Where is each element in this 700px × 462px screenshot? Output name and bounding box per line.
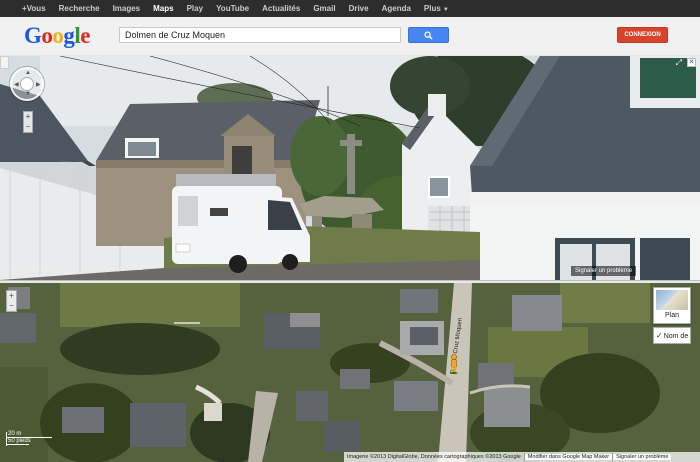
topbar-plus-menu[interactable]: Plus ▼ (424, 4, 449, 13)
map-attribution: Imagerie ©2013 DigitalGlobe, Données car… (347, 454, 521, 460)
map-maker-link[interactable]: Modifier dans Google Map Maker (524, 454, 613, 460)
side-panel-toggle[interactable] (0, 56, 9, 69)
checkmark-icon: ✓ (656, 331, 663, 340)
logo-letter: o (41, 23, 53, 48)
map-scale: 20 m 50 pieds (6, 431, 62, 447)
scale-imperial-label: 50 pieds (8, 438, 31, 444)
street-view-copyright: © 2013 Google · Date de la prise de vue … (6, 266, 143, 272)
arrow-down-icon[interactable]: ▼ (25, 91, 31, 97)
close-street-view-button[interactable]: ✕ (687, 58, 696, 67)
map-zoom-control: + − (6, 290, 17, 312)
topbar-agenda[interactable]: Agenda (382, 4, 411, 13)
topbar-drive[interactable]: Drive (349, 4, 369, 13)
map-thumbnail (656, 290, 688, 310)
topbar-images[interactable]: Images (113, 4, 141, 13)
topbar-gmail[interactable]: Gmail (313, 4, 335, 13)
street-view-report-link[interactable]: Signaler un problème (571, 266, 637, 276)
satellite-map[interactable] (0, 283, 700, 462)
signin-button[interactable]: CONNEXION (617, 27, 668, 43)
satellite-imagery (0, 283, 700, 462)
search-header: Google Dolmen de Cruz Moquen CONNEXION (0, 17, 700, 56)
map-type-toggle[interactable]: Plan (653, 287, 691, 324)
street-view-zoom-in-button[interactable]: + (24, 112, 32, 122)
arrow-right-icon[interactable]: ▶ (36, 81, 41, 88)
search-button[interactable] (408, 27, 449, 43)
scale-bar-imperial (6, 444, 29, 445)
topbar-youtube[interactable]: YouTube (216, 4, 249, 13)
map-footer: Imagerie ©2013 DigitalGlobe, Données car… (344, 452, 700, 462)
labels-toggle-label: Nom de (663, 333, 689, 340)
map-zoom-in-button[interactable]: + (7, 291, 16, 301)
logo-letter: e (80, 23, 90, 48)
maps-page: +Vous Recherche Images Maps Play YouTube… (0, 0, 700, 462)
street-view-image (0, 56, 700, 280)
map-zoom-out-button[interactable]: − (7, 301, 16, 311)
labels-toggle[interactable]: ✓Nom de (653, 327, 691, 344)
topbar-plus-vous[interactable]: +Vous (22, 4, 46, 13)
logo-letter: G (24, 23, 42, 48)
street-view-zoom-control: + − (23, 111, 33, 133)
pan-control[interactable]: ▲ ▼ ◀ ▶ (10, 67, 44, 101)
topbar-actualites[interactable]: Actualités (262, 4, 300, 13)
compass-icon (20, 77, 34, 91)
topbar-plus-label: Plus (423, 4, 441, 13)
topbar-maps[interactable]: Maps (153, 4, 173, 13)
pegman-icon[interactable] (449, 354, 459, 374)
map-report-link[interactable]: Signaler un problème (613, 454, 672, 460)
search-icon (424, 30, 433, 40)
logo-letter: o (52, 23, 64, 48)
chevron-down-icon: ▼ (442, 7, 449, 13)
expand-icon[interactable]: ⤢ (676, 58, 682, 68)
topbar-recherche[interactable]: Recherche (59, 4, 100, 13)
topbar-play[interactable]: Play (187, 4, 203, 13)
street-view-zoom-out-button[interactable]: − (24, 122, 32, 132)
google-top-bar: +Vous Recherche Images Maps Play YouTube… (0, 0, 700, 17)
search-input[interactable]: Dolmen de Cruz Moquen (119, 27, 401, 43)
logo-letter: g (63, 23, 75, 48)
arrow-left-icon[interactable]: ◀ (14, 81, 19, 88)
map-type-label: Plan (664, 312, 679, 319)
scale-metric-label: 20 m (8, 431, 22, 437)
google-logo[interactable]: Google (24, 24, 90, 48)
arrow-up-icon[interactable]: ▲ (25, 70, 31, 76)
street-view-panorama[interactable]: ✕ ⤢ (0, 56, 700, 280)
